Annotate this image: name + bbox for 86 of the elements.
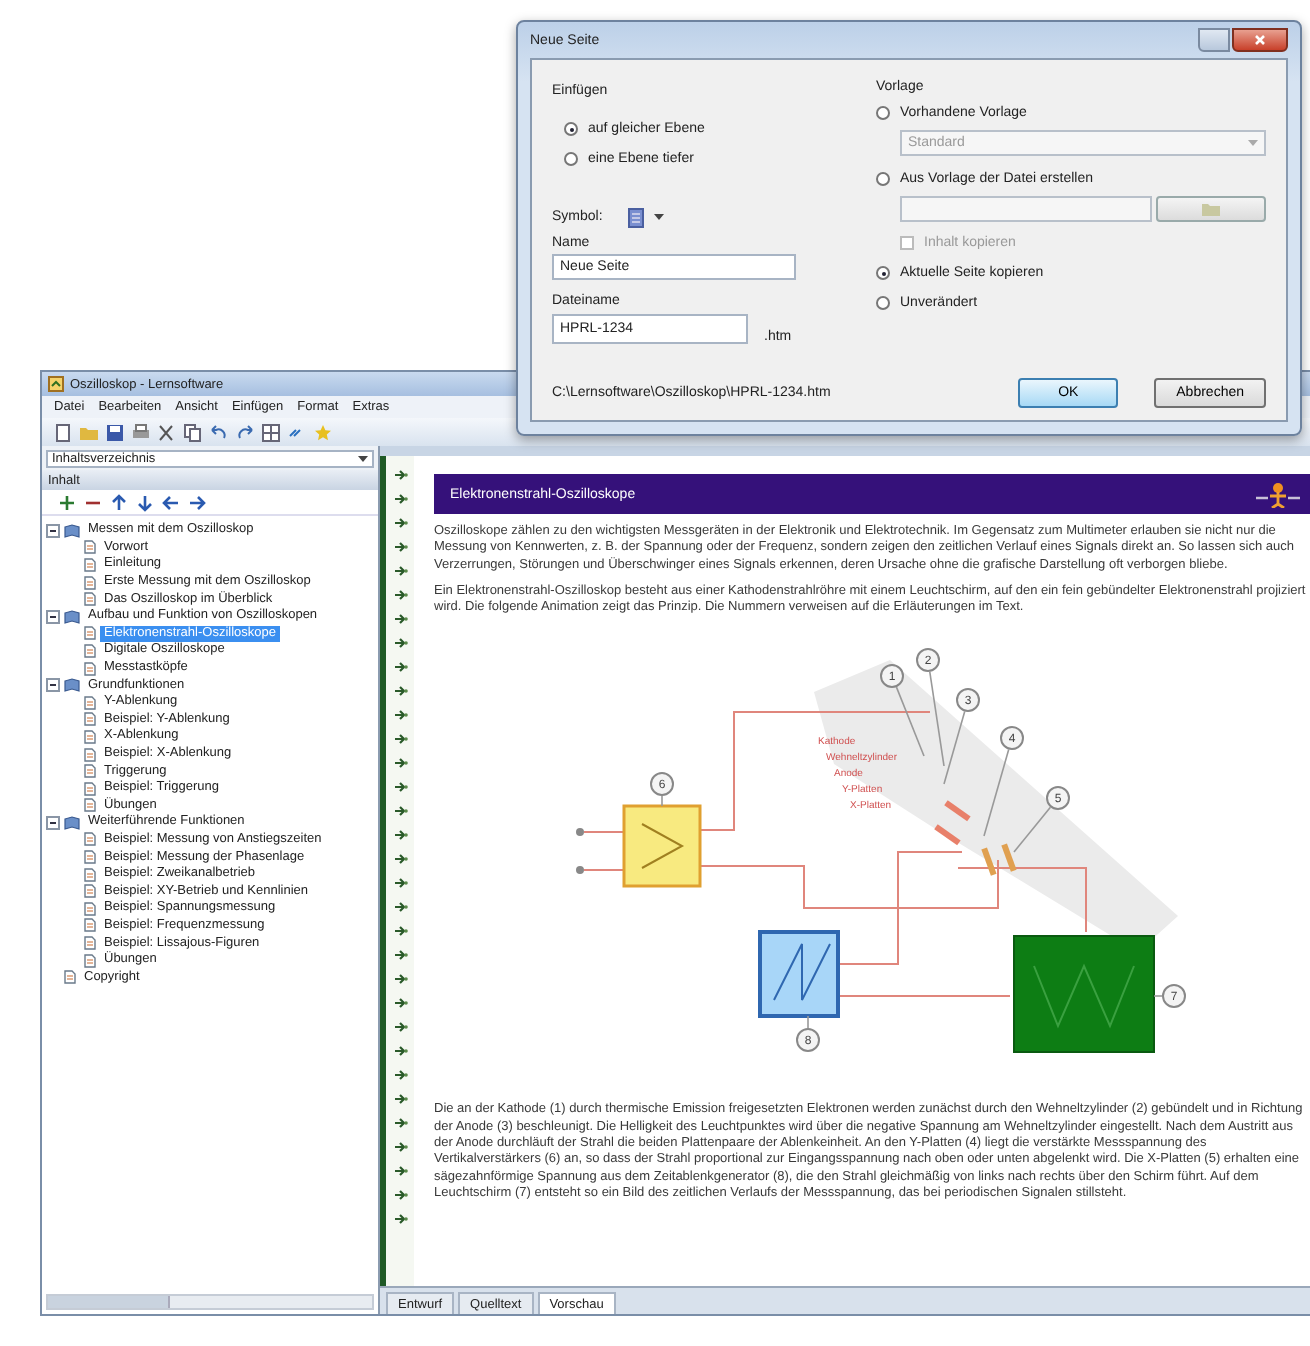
marker-icon (393, 588, 407, 602)
marker-icon (393, 900, 407, 914)
arrow-left-icon[interactable] (162, 493, 180, 511)
leader-line (807, 1016, 809, 1030)
radio-button[interactable] (564, 122, 578, 136)
marker-icon (393, 780, 407, 794)
radio-button[interactable] (876, 106, 890, 120)
redo-icon[interactable] (236, 423, 254, 441)
caret-icon (654, 214, 665, 220)
leader-line (1013, 807, 1052, 854)
logo-icon (1254, 480, 1302, 508)
scissors-icon[interactable] (158, 423, 176, 441)
marker-icon (393, 948, 407, 962)
page-icon[interactable] (54, 423, 72, 441)
star-icon[interactable] (314, 423, 332, 441)
marker-icon (393, 1140, 407, 1154)
marker-icon (393, 876, 407, 890)
marker-icon (393, 1020, 407, 1034)
marker-icon (393, 516, 407, 530)
marker-icon (393, 1116, 407, 1130)
close-button[interactable] (1232, 28, 1288, 52)
marker-icon (393, 1092, 407, 1106)
marker-icon (393, 468, 407, 482)
book-icon (64, 523, 80, 538)
caret-icon (358, 455, 368, 461)
marker-icon (393, 732, 407, 746)
marker-icon (393, 1068, 407, 1082)
grid-icon[interactable] (262, 423, 280, 441)
screen-block (1013, 935, 1155, 1054)
page-icon (628, 207, 645, 227)
marker-icon (393, 612, 407, 626)
leader-line (895, 687, 925, 758)
marker-icon (393, 1212, 407, 1226)
page-icon (84, 661, 96, 676)
marker-icon (393, 492, 407, 506)
symbol-dropdown[interactable] (628, 207, 665, 227)
collapse-icon[interactable] (46, 815, 60, 830)
marker-icon (393, 1188, 407, 1202)
radio-button[interactable] (876, 266, 890, 280)
arrow-up-icon[interactable] (110, 493, 128, 511)
amplifier-block (622, 805, 702, 889)
collapse-icon[interactable] (46, 678, 60, 693)
close-icon (1254, 34, 1266, 46)
marker-icon (393, 996, 407, 1010)
undo-icon[interactable] (210, 423, 228, 441)
copy-icon[interactable] (184, 423, 202, 441)
marker-icon (393, 828, 407, 842)
collapse-icon[interactable] (46, 523, 60, 538)
collapse-icon[interactable] (46, 609, 60, 624)
leader-line (1153, 996, 1163, 998)
marker-icon (393, 540, 407, 554)
plus-icon[interactable] (58, 493, 76, 511)
caret-icon (1248, 140, 1258, 146)
marker-icon (393, 804, 407, 818)
printer-icon[interactable] (132, 423, 150, 441)
help-button[interactable] (1198, 28, 1230, 52)
marker-icon (393, 684, 407, 698)
input-terminals-drawing (576, 828, 625, 875)
marker-icon (393, 1164, 407, 1178)
marker-icon (393, 660, 407, 674)
page-icon (84, 832, 96, 847)
link-icon[interactable] (288, 423, 306, 441)
marker-icon (393, 756, 407, 770)
deflection-plates-drawing (934, 801, 1017, 877)
page-icon (64, 970, 76, 985)
marker-icon (393, 972, 407, 986)
marker-icon (393, 708, 407, 722)
leader-line (983, 749, 1010, 838)
marker-icon (393, 564, 407, 578)
marker-icon (393, 636, 407, 650)
arrow-down-icon[interactable] (136, 493, 154, 511)
app-icon (48, 376, 64, 392)
marker-icon (393, 1044, 407, 1058)
marker-icon (393, 924, 407, 938)
book-icon (64, 609, 80, 624)
folder-icon (1202, 202, 1220, 216)
radio-button[interactable] (876, 296, 890, 310)
arrow-right-icon[interactable] (188, 493, 206, 511)
book-icon (64, 815, 80, 830)
sawtooth-generator-block (758, 930, 840, 1019)
radio-button[interactable] (876, 172, 890, 186)
radio-button[interactable] (564, 152, 578, 166)
book-icon (64, 678, 80, 693)
leader-line (661, 796, 663, 808)
marker-icon (393, 852, 407, 866)
horizontal-scrollbar[interactable] (46, 1294, 374, 1310)
